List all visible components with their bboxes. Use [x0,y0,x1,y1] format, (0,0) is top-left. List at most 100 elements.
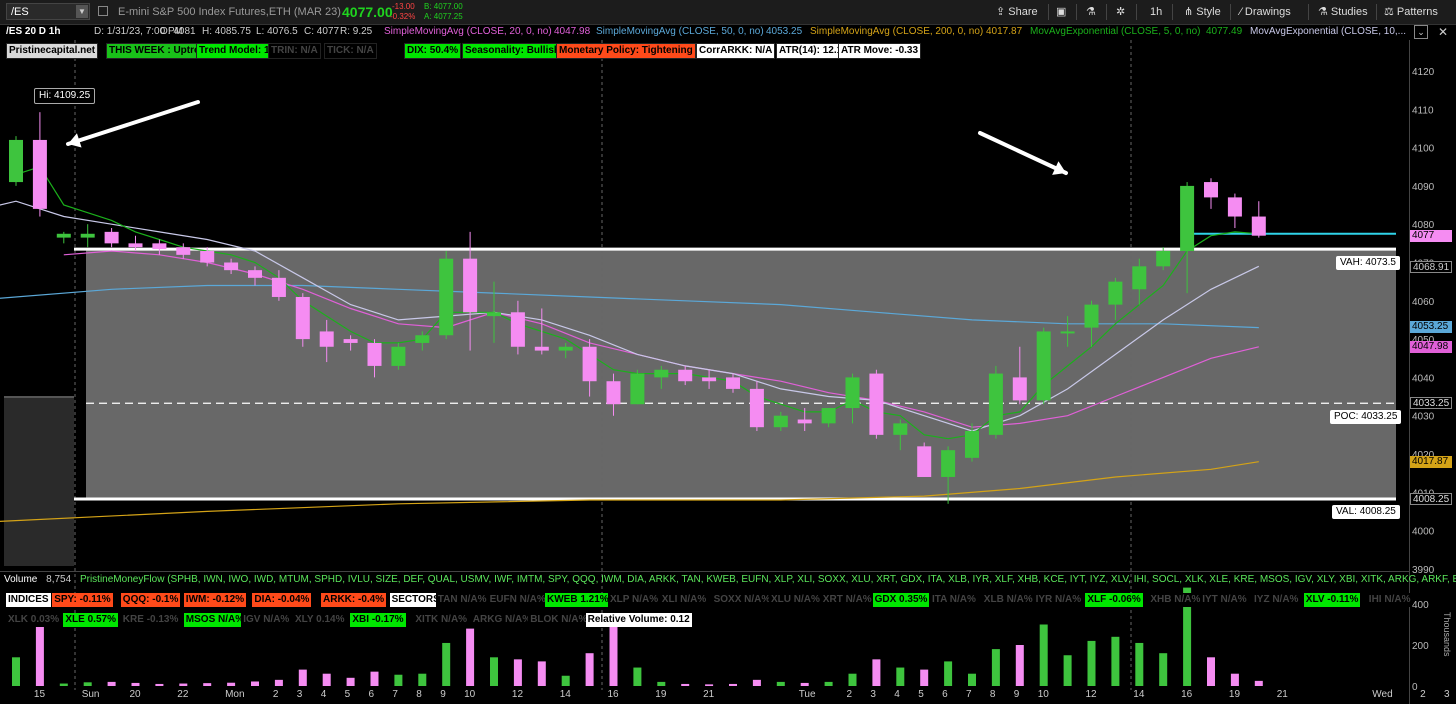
x-tick: 12 [1085,689,1097,700]
candle-body [391,346,406,366]
x-tick: 3 [296,689,303,700]
sector-badge: IGV N/A% [241,613,292,627]
volume-bar [1087,640,1096,686]
x-tick: 21 [1276,689,1288,700]
x-tick: 9 [1013,689,1020,700]
x-tick: Wed [1372,689,1393,700]
y-tick: 4120 [1412,67,1435,78]
sector-badge: INDICES [6,593,51,607]
x-tick: 2 [272,689,279,700]
volume-bar [561,675,570,686]
candle-body [654,369,669,378]
sector-badge: XLP N/A% [608,593,661,607]
x-tick: 14 [1133,689,1145,700]
volume-bar [848,673,857,686]
sector-badge: XITK N/A% [413,613,470,627]
indicator-badge: DIX: 50.4% [404,43,462,59]
volume-bar [1159,653,1168,686]
candle-body [32,139,47,209]
candle-body [104,231,119,244]
x-tick: 4 [894,689,900,700]
sector-badge: QQQ: -0.1% [120,593,181,607]
sector-badge: SOXX N/A% [711,593,773,607]
candle-body [1060,331,1075,334]
volume-bar [609,624,618,686]
price-axis-label: 4017.87 [1410,456,1452,469]
sector-badge: IYR N/A% [1033,593,1084,607]
volume-bar [920,669,929,686]
candle-body [487,312,501,317]
candle-body [128,243,143,248]
candle-body [606,381,621,405]
candle-body [630,373,645,405]
indicator-badge: TICK: N/A [324,43,377,59]
candle-body [248,270,262,278]
volume-bar [1230,673,1239,686]
x-tick: 6 [942,689,948,700]
candle-body [1108,281,1123,305]
candle-body [319,331,334,347]
sector-badge: XLB N/A% [981,593,1035,607]
poc-label: POC: 4033.25 [1330,410,1402,424]
x-tick: 7 [966,689,972,700]
indicator-badge: Trend Model: 1 [196,43,273,59]
candle-body [582,346,597,382]
x-tick: 19 [1228,689,1241,700]
price-axis-label: 4077 [1410,229,1452,242]
candle-body [1012,377,1027,401]
money-flow-label[interactable]: PristineMoneyFlow (SPHB, IWN, IWO, IWD, … [80,574,1456,585]
x-tick: 10 [464,689,476,700]
sector-badge: MSOS N/A% [183,613,247,627]
volume-bar [274,679,283,686]
candle-body [917,446,932,477]
sector-badge: IWM: -0.12% [183,593,247,607]
volume-bar [83,682,92,686]
x-tick: 5 [918,689,924,700]
volume-bar [298,669,307,686]
price-axis-label: 4068.91 [1410,260,1452,273]
x-tick: 16 [1181,689,1193,700]
x-tick: 16 [607,689,619,700]
sector-badge: ITA N/A% [930,593,978,607]
sector-badge: IYZ N/A% [1252,593,1301,607]
volume-tick: 0 [1412,682,1418,693]
sector-badge: KRE -0.13% [120,613,181,627]
hi-label: Hi: 4109.25 [34,88,96,104]
x-tick: 8 [416,689,422,700]
x-tick: 2 [846,689,853,700]
sector-badge: ARKG N/A% [470,613,534,627]
volume-bar [203,683,212,686]
x-tick: 21 [703,689,715,700]
volume-bar [1111,636,1120,686]
y-tick: 4040 [1412,373,1435,384]
candle-body [200,251,215,263]
indicator-badge: Pristinecapital.net [6,43,99,59]
x-tick: 3 [870,689,876,700]
sector-badge: EUFN N/A% [487,593,548,607]
sector-badge: XRT N/A% [820,593,874,607]
volume-bar [59,683,68,686]
volume-bar [513,659,522,686]
sector-badge: XLE 0.57% [63,613,118,627]
sector-badge: KWEB 1.21% [545,593,611,607]
sector-badge: XLK 0.03% [6,613,62,627]
x-tick: 2 [1420,689,1426,700]
volume-header: Volume 8,754 PristineMoneyFlow (SPHB, IW… [4,573,1456,587]
candle-body [1084,304,1099,328]
volume-bar [1015,645,1024,686]
volume-bar [370,671,379,686]
candle-body [224,262,239,271]
sector-badge: BLOK N/A% [528,613,590,627]
price-axis-label: 4033.25 [1410,397,1452,410]
x-tick: Sun [81,689,100,700]
volume-bar [322,673,331,686]
volume-bar [346,677,355,686]
candle-body [1132,266,1147,290]
candle-body [1227,197,1242,217]
candle-body [797,419,812,424]
volume-bar [681,683,690,686]
volume-bar [752,679,761,686]
volume-bar [729,683,737,686]
volume-label: Volume [4,574,38,585]
volume-bar [872,659,881,686]
